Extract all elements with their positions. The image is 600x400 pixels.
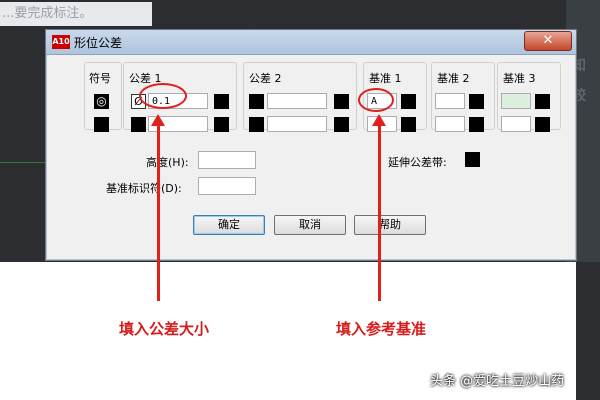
- cancel-button[interactable]: 取消: [274, 215, 346, 235]
- datum2-field-row2[interactable]: [435, 116, 465, 132]
- tolerance2-diameter-toggle-row2[interactable]: [249, 117, 264, 132]
- datum-annotation: 填入参考基准: [336, 320, 427, 338]
- ok-button[interactable]: 确定: [193, 215, 265, 235]
- autocad-app-icon: A10: [52, 35, 70, 49]
- projected-zone-label: 延伸公差带:: [388, 156, 447, 169]
- height-label: 高度(H):: [146, 156, 189, 169]
- datum3-label: 基准 3: [503, 72, 536, 85]
- tolerance1-modifier-button-row2[interactable]: [214, 117, 229, 132]
- tolerance2-modifier-button[interactable]: [334, 94, 349, 109]
- datum2-label: 基准 2: [437, 72, 470, 85]
- height-field[interactable]: [198, 151, 256, 169]
- tolerance2-value-field[interactable]: [267, 93, 327, 109]
- datum3-modifier-button-row2[interactable]: [535, 117, 550, 132]
- tolerance-highlight-ellipse: [139, 83, 187, 109]
- watermark: 头条 @爱吃土豆炒山药: [430, 374, 565, 389]
- concentricity-icon: ◎: [96, 94, 107, 108]
- geometric-tolerance-dialog: A10 形位公差 ✕ 符号 ◎ 公差 1 Ø 0.1 公差 2 基准 1 A 基…: [45, 29, 577, 261]
- dialog-body: 符号 ◎ 公差 1 Ø 0.1 公差 2 基准 1 A 基准 2 基准 3 高度…: [51, 56, 569, 253]
- tolerance-annotation: 填入公差大小: [119, 320, 210, 338]
- datum3-field-row2[interactable]: [501, 116, 531, 132]
- datum-identifier-label: 基准标识符(D):: [106, 182, 182, 195]
- title-bar[interactable]: A10 形位公差 ✕: [46, 30, 576, 55]
- datum2-modifier-button-row2[interactable]: [469, 117, 484, 132]
- datum-identifier-field[interactable]: [198, 177, 256, 195]
- tolerance2-diameter-toggle[interactable]: [249, 94, 264, 109]
- tolerance1-modifier-button[interactable]: [214, 94, 229, 109]
- datum1-modifier-button-row2[interactable]: [401, 117, 416, 132]
- datum-arrow-line: [378, 125, 381, 301]
- datum1-label: 基准 1: [369, 72, 402, 85]
- tolerance2-value-field-row2[interactable]: [267, 116, 327, 132]
- help-button[interactable]: 帮助: [354, 215, 426, 235]
- diameter-toggle-row2[interactable]: [131, 117, 146, 132]
- cad-grid-line: [0, 162, 48, 163]
- symbol-button-row2[interactable]: [94, 117, 109, 132]
- projected-zone-toggle[interactable]: [465, 152, 480, 167]
- datum2-field[interactable]: [435, 93, 465, 109]
- close-button[interactable]: ✕: [524, 31, 572, 51]
- datum1-modifier-button[interactable]: [401, 94, 416, 109]
- symbol-label: 符号: [89, 72, 111, 85]
- background-text: ...要完成标注。: [0, 2, 152, 26]
- right-frame: [576, 262, 600, 400]
- datum3-field[interactable]: [501, 93, 531, 109]
- datum-highlight-ellipse: [358, 88, 394, 112]
- tolerance2-modifier-button-row2[interactable]: [334, 117, 349, 132]
- datum2-modifier-button[interactable]: [469, 94, 484, 109]
- dialog-title: 形位公差: [74, 36, 123, 50]
- tolerance2-label: 公差 2: [249, 72, 282, 85]
- symbol-button[interactable]: ◎: [94, 94, 109, 109]
- tolerance-arrow-line: [157, 125, 160, 301]
- datum3-modifier-button[interactable]: [535, 94, 550, 109]
